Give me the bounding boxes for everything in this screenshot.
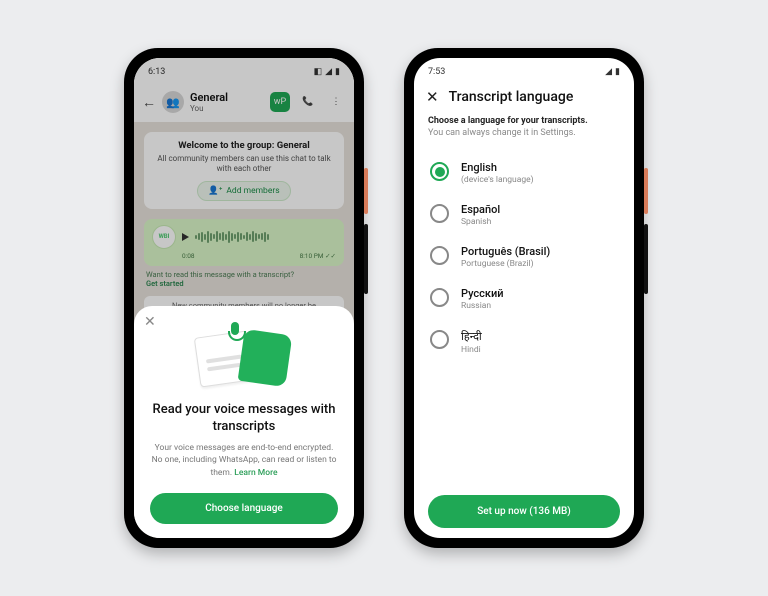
status-icons: ◢ ▮ (605, 67, 620, 77)
status-bar: 7:53 ◢ ▮ (414, 58, 634, 82)
status-time: 7:53 (428, 67, 445, 77)
battery-icon: ▮ (615, 67, 620, 77)
setup-now-button[interactable]: Set up now (136 MB) (428, 495, 620, 528)
language-subtext: Portuguese (Brazil) (461, 259, 550, 269)
radio-icon[interactable] (430, 204, 449, 223)
phone-right: 7:53 ◢ ▮ ✕ Transcript language Choose a … (404, 48, 644, 548)
choose-language-button[interactable]: Choose language (150, 493, 338, 524)
transcript-bottom-sheet: ✕ Read your voice messages with transcri… (134, 306, 354, 538)
language-subtext: Russian (461, 301, 504, 311)
close-icon[interactable]: ✕ (144, 314, 156, 330)
phone-volume-button (644, 224, 648, 294)
signal-icon: ◢ (605, 67, 612, 77)
phone-volume-button (364, 224, 368, 294)
radio-icon[interactable] (430, 162, 449, 181)
chat-background: 6:13 ◧ ◢ ▮ ← 👥 General You wP 📞 ⋮ (134, 58, 354, 538)
learn-more-link[interactable]: Learn More (234, 468, 277, 478)
language-subtext: (device's language) (461, 175, 534, 185)
header-subtitle: Choose a language for your transcripts. … (414, 114, 634, 138)
transcript-illustration (189, 322, 299, 394)
language-option[interactable]: हिन्दीHindi (414, 320, 634, 364)
language-list: English(device's language)EspañolSpanish… (414, 152, 634, 364)
language-option[interactable]: English(device's language) (414, 152, 634, 194)
subtitle-line-1: Choose a language for your transcripts. (428, 116, 620, 126)
language-option[interactable]: EspañolSpanish (414, 194, 634, 236)
language-name: English (461, 161, 534, 174)
language-name: Español (461, 203, 500, 216)
sheet-description: Your voice messages are end-to-end encry… (150, 442, 338, 479)
close-icon[interactable]: ✕ (426, 88, 439, 106)
language-option[interactable]: РусскийRussian (414, 278, 634, 320)
phone-left: 6:13 ◧ ◢ ▮ ← 👥 General You wP 📞 ⋮ (124, 48, 364, 548)
phone-power-button (364, 168, 368, 214)
radio-icon[interactable] (430, 288, 449, 307)
page-title: Transcript language (449, 89, 574, 105)
transcript-language-header: ✕ Transcript language (414, 82, 634, 114)
language-option[interactable]: Português (Brasil)Portuguese (Brazil) (414, 236, 634, 278)
language-subtext: Spanish (461, 217, 500, 227)
language-subtext: Hindi (461, 345, 482, 355)
subtitle-line-2: You can always change it in Settings. (428, 128, 620, 138)
phone-power-button (644, 168, 648, 214)
radio-icon[interactable] (430, 246, 449, 265)
language-name: Русский (461, 287, 504, 300)
language-name: हिन्दी (461, 329, 482, 344)
radio-icon[interactable] (430, 330, 449, 349)
language-name: Português (Brasil) (461, 245, 550, 258)
sheet-title: Read your voice messages with transcript… (150, 402, 338, 436)
